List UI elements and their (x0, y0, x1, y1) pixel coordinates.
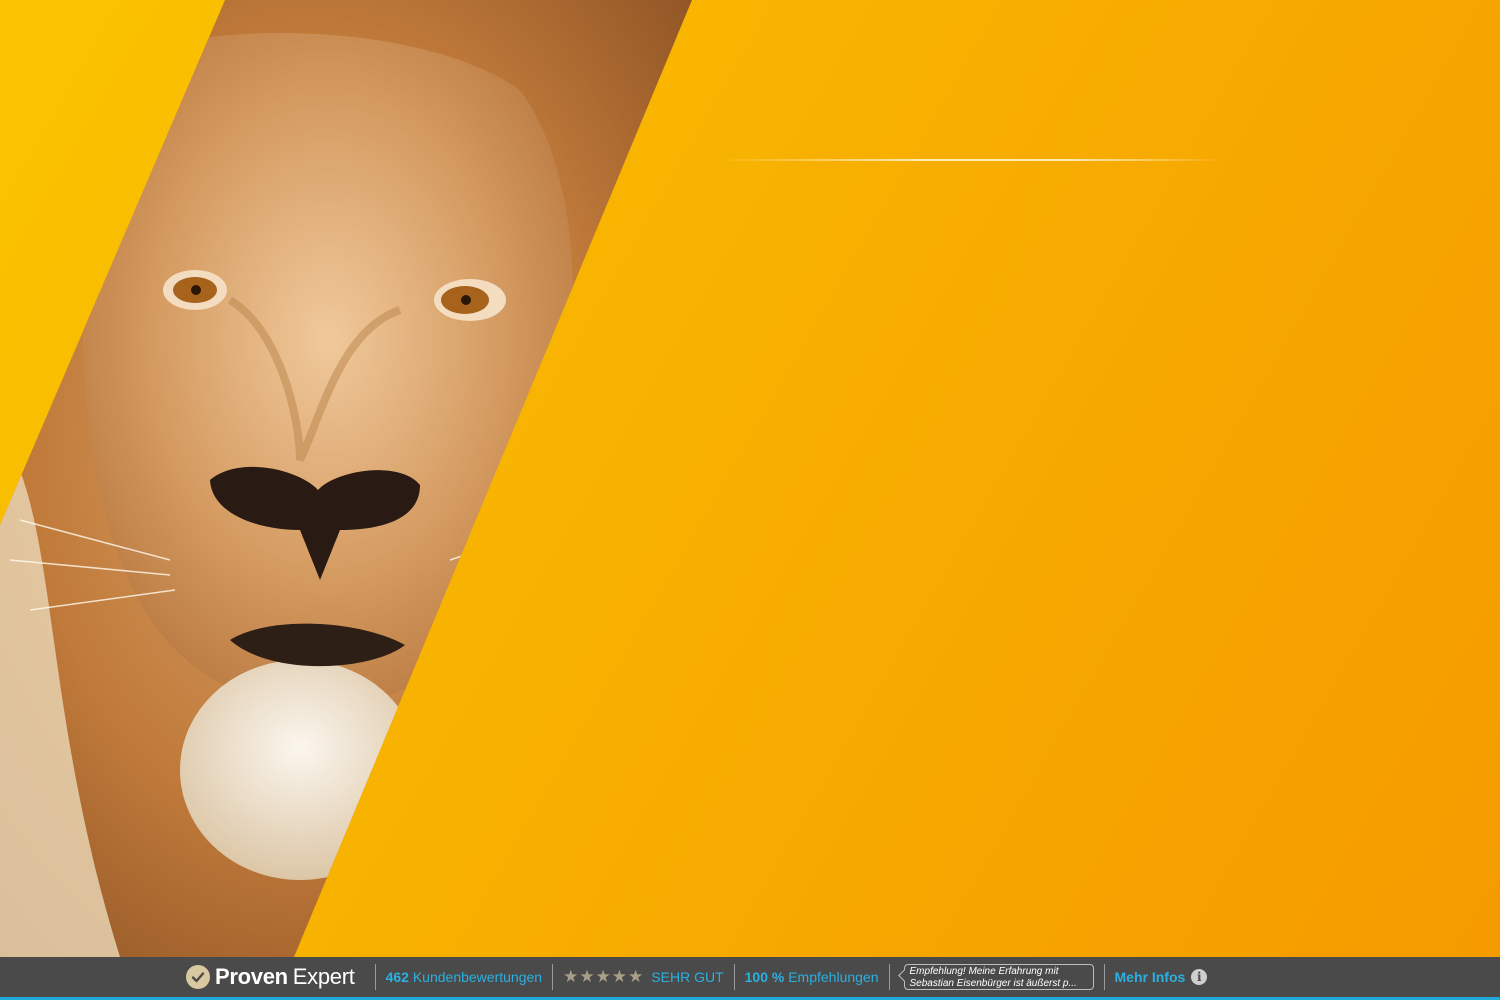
separator (733, 964, 735, 990)
recommendation-quote[interactable]: Empfehlung! Meine Erfahrung mit Sebastia… (903, 964, 1094, 990)
more-info-label: Mehr Infos (1114, 969, 1186, 985)
brand-name-light: Expert (292, 964, 355, 989)
provenexpert-bar-content: Proven Expert 462 Kundenbewertungen ★★★★… (186, 957, 1208, 997)
review-count: 462 (385, 969, 409, 985)
lion-image (0, 0, 692, 957)
rating-stars-icon: ★★★★★ (563, 967, 645, 986)
provenexpert-rating-bar[interactable]: Proven Expert 462 Kundenbewertungen ★★★★… (0, 957, 1500, 1000)
hero-section (0, 0, 1500, 957)
rating-text[interactable]: SEHR GUT (651, 969, 723, 985)
review-count-link[interactable]: 462 Kundenbewertungen (386, 969, 542, 985)
separator (1103, 964, 1105, 990)
provenexpert-logo[interactable]: Proven Expert (186, 957, 365, 997)
brand-name-bold: Proven (215, 964, 288, 989)
recommendation-rate-link[interactable]: 100 % Empfehlungen (745, 969, 879, 985)
more-info-link[interactable]: Mehr Infos i (1115, 969, 1208, 985)
recommendation-line-2: Sebastian Eisenbürger ist äußerst p... (909, 978, 1077, 989)
info-icon: i (1191, 969, 1208, 985)
recommend-label: Empfehlungen (788, 969, 879, 985)
recommend-percent: 100 % (744, 969, 785, 985)
separator (374, 964, 376, 990)
decorative-divider-line (715, 159, 1225, 161)
recommendation-line-1: Empfehlung! Meine Erfahrung mit (909, 966, 1059, 977)
check-circle-icon (186, 965, 210, 989)
separator (552, 964, 554, 990)
review-label: Kundenbewertungen (412, 969, 543, 985)
lion-illustration (0, 0, 692, 957)
separator (888, 964, 890, 990)
